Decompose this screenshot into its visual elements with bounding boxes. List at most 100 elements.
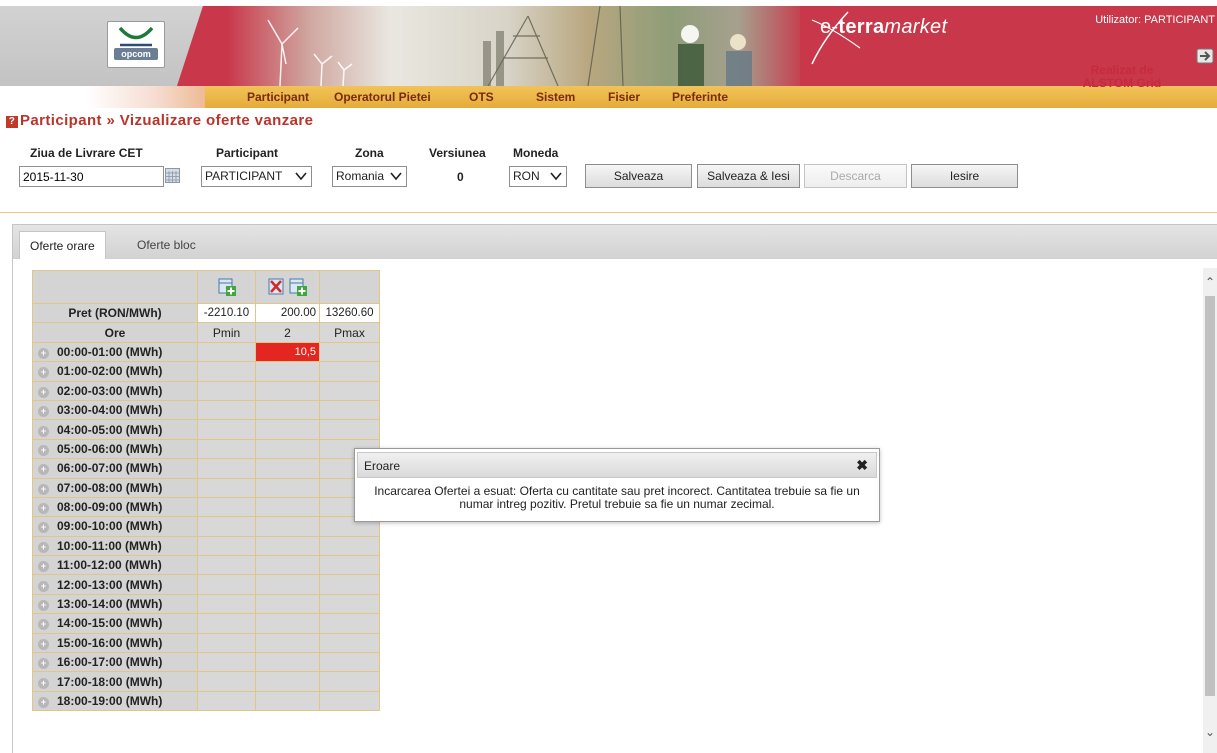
calendar-icon[interactable] (165, 168, 180, 183)
expand-row-icon[interactable]: + (38, 638, 49, 650)
quantity-cell[interactable] (197, 613, 256, 634)
quantity-cell[interactable] (197, 380, 256, 401)
quantity-cell[interactable] (255, 535, 320, 557)
expand-row-icon[interactable]: + (38, 464, 49, 476)
logout-icon[interactable] (1195, 46, 1215, 66)
quantity-cell[interactable] (255, 458, 320, 479)
zona-select[interactable]: Romania (332, 166, 407, 187)
quantity-cell[interactable] (197, 652, 256, 673)
quantity-cell[interactable] (197, 555, 256, 576)
expand-row-icon[interactable]: + (38, 677, 49, 689)
quantity-cell[interactable] (255, 613, 320, 634)
quantity-cell[interactable] (319, 671, 380, 692)
quantity-cell[interactable] (255, 690, 320, 712)
expand-row-icon[interactable]: + (38, 619, 49, 631)
quantity-cell[interactable] (319, 380, 380, 401)
quantity-cell[interactable] (255, 380, 320, 401)
scrollbar-thumb[interactable] (1205, 296, 1215, 696)
quantity-cell[interactable] (319, 652, 380, 673)
quantity-cell[interactable] (197, 458, 256, 479)
quantity-cell[interactable] (319, 574, 380, 595)
scroll-down-arrow-icon[interactable]: ⌄ (1204, 726, 1216, 738)
quantity-cell[interactable] (319, 399, 380, 421)
quantity-cell[interactable] (255, 361, 320, 382)
quantity-cell[interactable] (197, 438, 256, 460)
quantity-cell[interactable] (319, 535, 380, 557)
salveaza-iesi-button[interactable]: Salveaza & Iesi (697, 164, 800, 188)
quantity-cell[interactable] (197, 419, 256, 440)
quantity-cell[interactable] (319, 593, 380, 615)
quantity-cell[interactable] (255, 593, 320, 615)
nav-ots[interactable]: OTS (469, 90, 494, 104)
quantity-cell[interactable] (197, 477, 256, 498)
nav-sistem[interactable]: Sistem (536, 90, 575, 104)
moneda-select[interactable]: RON (509, 166, 567, 187)
quantity-cell[interactable] (319, 419, 380, 440)
quantity-cell[interactable] (255, 671, 320, 692)
expand-row-icon[interactable]: + (38, 483, 49, 495)
quantity-cell[interactable] (197, 690, 256, 712)
expand-row-icon[interactable]: + (38, 444, 49, 456)
nav-operatorul-pietei[interactable]: Operatorul Pietei (334, 90, 431, 104)
quantity-cell[interactable] (197, 341, 256, 363)
expand-row-icon[interactable]: + (38, 386, 49, 398)
expand-row-icon[interactable]: + (38, 522, 49, 534)
nav-fisier[interactable]: Fisier (608, 90, 640, 104)
add-column-icon[interactable] (289, 278, 308, 296)
price-cell[interactable]: 13260.60 (319, 302, 380, 324)
quantity-cell[interactable] (197, 593, 256, 615)
quantity-cell[interactable] (319, 341, 380, 363)
quantity-cell[interactable] (255, 652, 320, 673)
quantity-cell[interactable] (319, 555, 380, 576)
quantity-cell[interactable] (255, 419, 320, 440)
quantity-cell[interactable] (255, 399, 320, 421)
quantity-cell[interactable] (255, 438, 320, 460)
vertical-scrollbar[interactable]: ⌃ ⌄ (1203, 268, 1217, 753)
quantity-cell[interactable] (255, 477, 320, 498)
quantity-cell[interactable] (255, 632, 320, 654)
salveaza-button[interactable]: Salveaza (585, 164, 692, 188)
quantity-cell[interactable] (197, 361, 256, 382)
expand-row-icon[interactable]: + (38, 580, 49, 592)
quantity-cell[interactable] (255, 516, 320, 537)
quantity-cell[interactable] (197, 496, 256, 518)
quantity-cell[interactable] (197, 399, 256, 421)
iesire-button[interactable]: Iesire (911, 164, 1018, 188)
price-cell[interactable]: -2210.10 (197, 302, 256, 324)
quantity-cell[interactable] (255, 496, 320, 518)
expand-row-icon[interactable]: + (38, 367, 49, 379)
expand-row-icon[interactable]: + (38, 658, 49, 670)
quantity-cell[interactable] (319, 361, 380, 382)
descarca-button[interactable]: Descarca (804, 164, 907, 188)
participant-select[interactable]: PARTICIPANT (201, 166, 312, 187)
quantity-cell[interactable] (255, 555, 320, 576)
tab-oferte-bloc[interactable]: Oferte bloc (127, 231, 206, 261)
expand-row-icon[interactable]: + (38, 406, 49, 418)
close-icon[interactable]: ✖ (856, 457, 868, 474)
delete-column-icon[interactable] (268, 278, 286, 296)
quantity-cell[interactable] (197, 671, 256, 692)
help-icon[interactable]: ? (6, 116, 18, 128)
tab-oferte-orare[interactable]: Oferte orare (19, 231, 106, 261)
quantity-cell[interactable] (255, 574, 320, 595)
expand-row-icon[interactable]: + (38, 600, 49, 612)
add-column-icon[interactable] (218, 278, 236, 296)
quantity-cell[interactable] (197, 516, 256, 537)
quantity-cell[interactable] (319, 632, 380, 654)
delivery-date-input[interactable] (19, 166, 164, 187)
expand-row-icon[interactable]: + (38, 503, 49, 515)
price-cell[interactable]: 200.00 (255, 302, 320, 324)
expand-row-icon[interactable]: + (38, 541, 49, 553)
expand-row-icon[interactable]: + (38, 425, 49, 437)
quantity-cell[interactable] (197, 574, 256, 595)
expand-row-icon[interactable]: + (38, 347, 49, 359)
nav-preferinte[interactable]: Preferinte (672, 90, 728, 104)
quantity-cell[interactable] (197, 535, 256, 557)
quantity-cell[interactable] (319, 613, 380, 634)
quantity-cell[interactable] (197, 632, 256, 654)
quantity-cell[interactable]: 10,5 (255, 341, 320, 363)
scroll-up-arrow-icon[interactable]: ⌃ (1204, 276, 1216, 288)
expand-row-icon[interactable]: + (38, 697, 49, 708)
nav-participant[interactable]: Participant (247, 90, 309, 104)
quantity-cell[interactable] (319, 690, 380, 712)
